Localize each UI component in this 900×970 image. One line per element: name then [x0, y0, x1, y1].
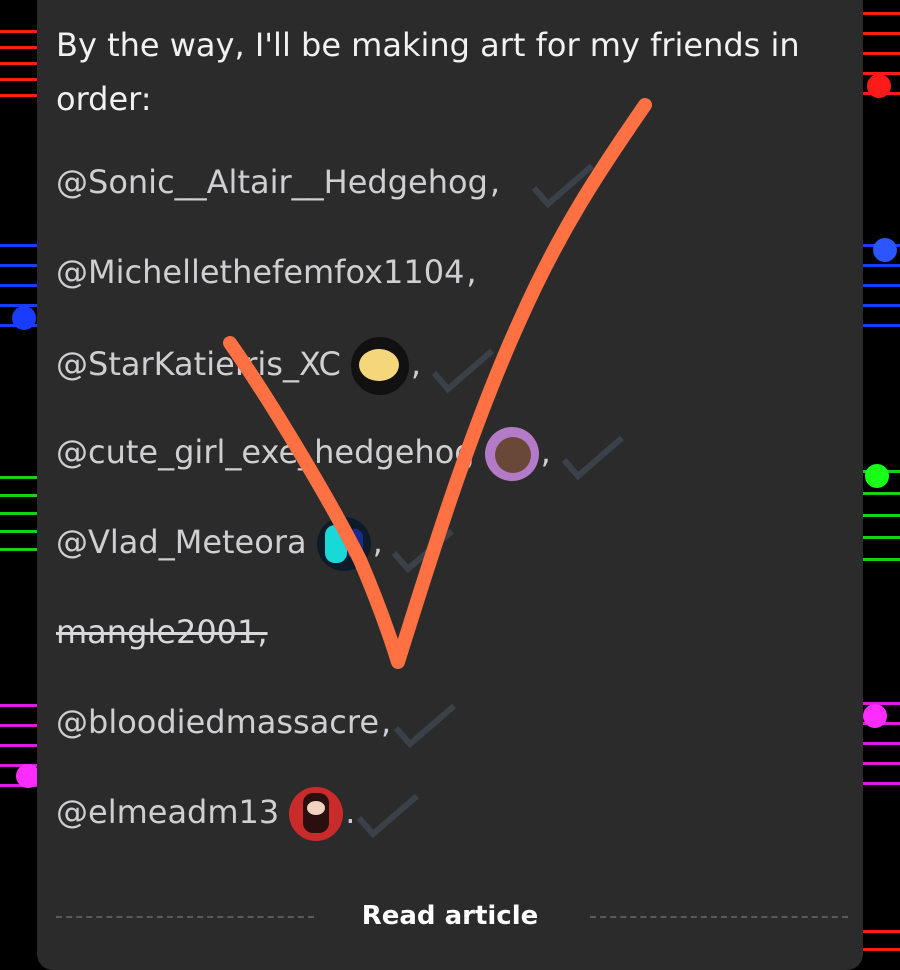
avatar[interactable]	[484, 427, 539, 481]
divider-left	[56, 916, 314, 918]
check-icon	[356, 793, 419, 839]
mention-item[interactable]: @Sonic__Altair__Hedgehog,	[56, 157, 500, 207]
mention-item: mangle2001,	[56, 607, 268, 657]
mention-link[interactable]: @Michellethefemfox1104	[56, 253, 464, 291]
mention-item[interactable]: @elmeadm13 .	[56, 787, 356, 841]
mention-link[interactable]: @elmeadm13	[56, 793, 279, 831]
mention-suffix: .	[345, 793, 356, 831]
avatar[interactable]	[289, 787, 344, 841]
check-icon	[561, 435, 624, 481]
mention-struck-text: mangle2001,	[56, 613, 268, 651]
left-music-staff-decoration	[0, 0, 40, 953]
mention-link[interactable]: @StarKatieIris_XC	[56, 345, 341, 383]
check-icon	[393, 703, 456, 749]
check-icon	[391, 528, 454, 574]
avatar[interactable]	[350, 337, 409, 395]
mention-suffix: ,	[489, 163, 501, 201]
mention-item[interactable]: @StarKatieIris_XC ,	[56, 337, 422, 395]
mention-suffix: ,	[410, 345, 422, 383]
mention-link[interactable]: @cute_girl_exe_hedgehog	[56, 433, 475, 471]
post-intro-text: By the way, I'll be making art for my fr…	[56, 26, 800, 118]
mention-suffix: ,	[372, 523, 383, 561]
mention-item[interactable]: @Michellethefemfox1104,	[56, 247, 477, 297]
music-note-icon	[867, 74, 891, 98]
mention-suffix: ,	[540, 433, 551, 471]
music-note-icon	[12, 306, 36, 330]
avatar[interactable]	[316, 517, 371, 571]
mention-item[interactable]: @cute_girl_exe_hedgehog ,	[56, 427, 551, 481]
music-note-icon	[863, 704, 887, 728]
mention-link[interactable]: @Sonic__Altair__Hedgehog	[56, 163, 488, 201]
mention-link[interactable]: @bloodiedmassacre	[56, 703, 379, 741]
mention-item[interactable]: @Vlad_Meteora ,	[56, 517, 383, 571]
divider-right	[590, 916, 848, 918]
read-article-button[interactable]: Read article	[330, 898, 570, 934]
music-note-icon	[873, 238, 897, 262]
mention-link[interactable]: @Vlad_Meteora	[56, 523, 307, 561]
check-icon	[431, 348, 494, 394]
right-music-staff-decoration	[863, 0, 900, 953]
mention-item[interactable]: @bloodiedmassacre,	[56, 697, 391, 747]
mention-suffix: ,	[466, 253, 477, 291]
music-note-icon	[865, 464, 889, 488]
check-icon	[531, 163, 594, 209]
mention-suffix: ,	[381, 703, 392, 741]
